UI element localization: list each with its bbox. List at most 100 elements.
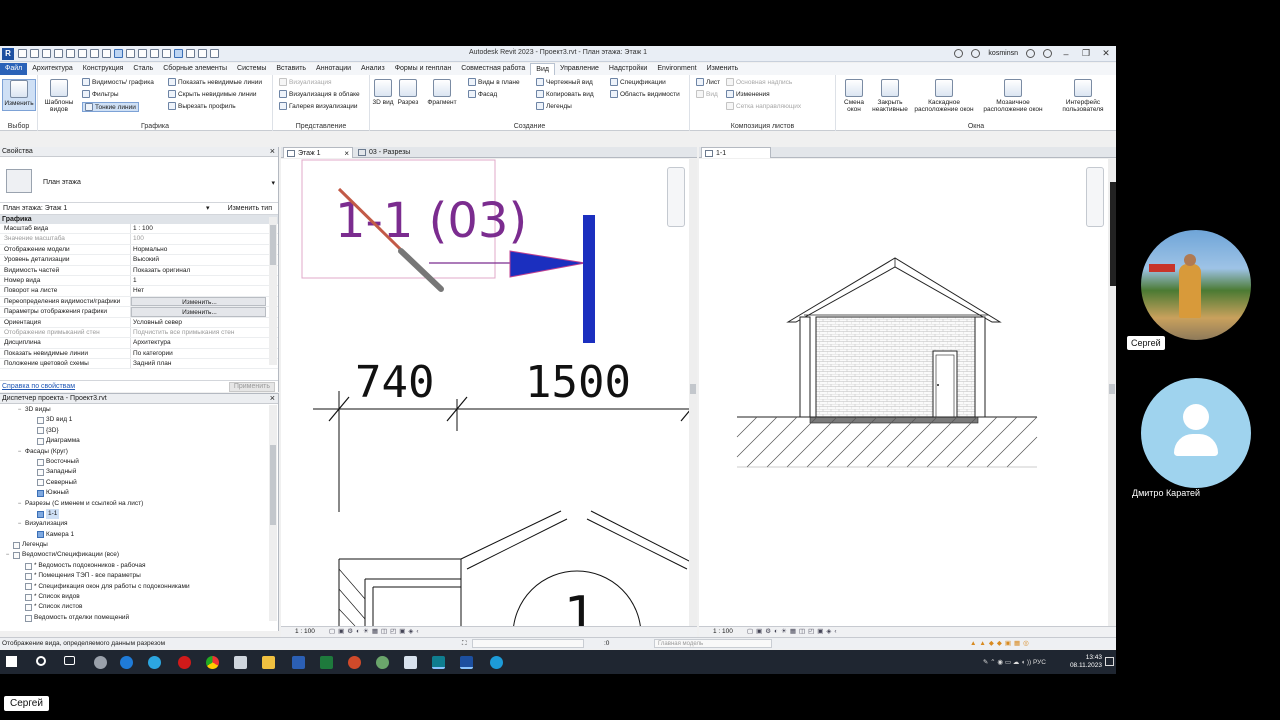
desktop-icon[interactable] [432,656,445,669]
browser-item[interactable]: * Список листов [0,602,270,612]
legends-button[interactable]: Легенды [536,102,572,110]
property-row[interactable]: Ориентация Условный север [0,317,278,328]
property-row[interactable]: Положение цветовой схемы Задний план [0,359,278,370]
title-block-button[interactable]: Основная надпись [726,78,792,86]
door[interactable] [932,350,958,418]
place-view-button[interactable]: Вид [696,90,718,98]
edit-type-button[interactable]: Изменить тип [228,203,272,215]
property-group-graphics[interactable]: Графика [0,215,278,224]
browser-item[interactable]: − Ведомости/Спецификации (все) [0,550,270,560]
browser-item[interactable]: 3D вид 1 [0,415,270,425]
property-value[interactable]: Высокий [131,255,278,264]
property-value[interactable]: Нет [131,286,278,295]
browser-item[interactable]: − Фасады (Круг) [0,447,270,457]
property-row[interactable]: Отображение примыканий стен Подчистить вс… [0,327,278,339]
instance-selector[interactable]: План этажа: Этаж 1 ▾ Изменить тип [0,203,278,215]
dropdown-arrow-icon[interactable]: ▾ [271,179,275,187]
tab-sections-sheet[interactable]: 03 - Разрезы [355,147,445,158]
view-scale[interactable]: 1 : 100 [295,627,315,637]
right-wall-section[interactable] [974,316,986,418]
section-canvas[interactable] [699,159,1116,626]
powerpoint-icon[interactable] [348,656,361,669]
close-icon[interactable]: ✕ [1100,48,1112,59]
search-icon[interactable] [36,656,46,666]
3d-view-button[interactable]: 3D вид [372,79,394,106]
property-value[interactable]: Задний план [131,359,278,368]
left-wall-section[interactable] [799,316,811,418]
maximize-icon[interactable]: ❐ [1080,48,1092,59]
scope-box-button[interactable]: Область видимости [610,90,680,98]
property-value[interactable]: 1 : 100 [131,224,278,233]
browser-scrollbar[interactable] [269,405,277,621]
clock[interactable]: 13:43 08.11.2023 [1070,654,1102,670]
tab-floor-1[interactable]: Этаж 1 × [283,147,353,158]
browser-item[interactable]: Южный [0,488,270,498]
duplicate-view-button[interactable]: Копировать вид [536,90,594,98]
tab-13[interactable]: Надстройки [604,63,652,75]
worksharing-icon[interactable]: ⛶ [462,638,467,649]
close-inactive-button[interactable]: Закрыть неактивные [872,79,908,113]
tab-4[interactable]: Сборные элементы [158,63,232,75]
floor-plan-canvas[interactable]: 1-1 (03) 740 1500 1 [281,159,697,626]
selection-filter-icons[interactable]: ▲▲◆◆▣▦◎ [970,638,1032,649]
user-interface-button[interactable]: Интерфейс пользователя [1058,79,1108,113]
tab-10[interactable]: Совместная работа [456,63,530,75]
browser-item[interactable]: Камера 1 [0,530,270,540]
tab-7[interactable]: Аннотации [311,63,356,75]
chevron-down-icon[interactable]: ▾ [206,203,210,215]
view-controls-icons[interactable]: ▢▣⚙◐☀▦◫◰▣◈‹ [747,627,840,637]
notifications-icon[interactable] [1105,657,1114,666]
plan-scrollbar[interactable] [689,159,697,626]
browser-item[interactable]: − Разрезы (С именем и ссылкой на лист) [0,499,270,509]
switch-windows-button[interactable]: Смена окон [838,79,870,113]
excel-icon[interactable] [320,656,333,669]
word-icon[interactable] [292,656,305,669]
scroll-thumb[interactable] [690,384,696,394]
notepad-icon[interactable] [404,656,417,669]
property-row[interactable]: Поворот на листе Нет [0,286,278,297]
close-icon[interactable]: × [270,393,275,403]
property-row[interactable]: Видимость частей Показать оригинал [0,265,278,276]
elevation-button[interactable]: Фасад [468,90,497,98]
tab-section-1-1[interactable]: 1-1 [701,147,771,158]
property-value[interactable]: Показать оригинал [131,266,278,275]
participant-avatar-dmytro[interactable] [1141,378,1251,488]
browser-item[interactable]: Западный [0,467,270,477]
browser-item[interactable]: Северный [0,478,270,488]
properties-help-link[interactable]: Справка по свойствам [0,383,75,390]
property-value[interactable]: По категории [131,349,278,358]
section-arrow-icon[interactable] [509,250,586,278]
tab-6[interactable]: Вставить [271,63,311,75]
property-value[interactable]: 100 [131,234,278,243]
dimension-value-left[interactable]: 740 [355,357,434,408]
close-icon[interactable]: × [344,148,349,159]
browser-item[interactable]: Диаграмма [0,436,270,446]
apply-button[interactable]: Применить [228,382,275,392]
section-button[interactable]: Разрез [394,79,422,106]
section-tag-label[interactable]: 1-1 (03) [335,193,527,249]
edge-icon[interactable] [148,656,161,669]
scroll-thumb[interactable] [270,445,276,525]
plan-views-button[interactable]: Виды в плане [468,78,520,86]
tab-15[interactable]: Изменить [702,63,744,75]
browser-item[interactable]: * Помещения ТЭП - все параметры [0,571,270,581]
drafting-view-button[interactable]: Чертежный вид [536,78,593,86]
grid-number[interactable]: 1 [564,586,597,626]
revisions-button[interactable]: Изменения [726,90,770,98]
type-selector[interactable]: План этажа ▾ [0,157,278,203]
tab-5[interactable]: Системы [232,63,271,75]
tab-9[interactable]: Формы и генплан [390,63,457,75]
settings-icon[interactable] [94,656,107,669]
workset-field[interactable] [472,639,584,648]
schedules-button[interactable]: Спецификации [610,78,666,86]
navigation-bar[interactable] [667,167,685,227]
browser-item[interactable]: 1-1 [0,508,270,520]
thin-lines-button[interactable]: Тонкие линии [82,102,139,112]
tile-windows-button[interactable]: Мозаичное расположение окон [978,79,1048,113]
tab-2[interactable]: Конструкция [78,63,129,75]
property-value[interactable]: Подчистить все примыкания стен [131,328,278,337]
tree-toggle-icon[interactable]: − [16,447,23,457]
property-row[interactable]: Переопределения видимости/графики Изменит… [0,296,278,308]
property-row[interactable]: Отображение модели Нормально [0,244,278,256]
tree-toggle-icon[interactable]: − [16,499,23,509]
